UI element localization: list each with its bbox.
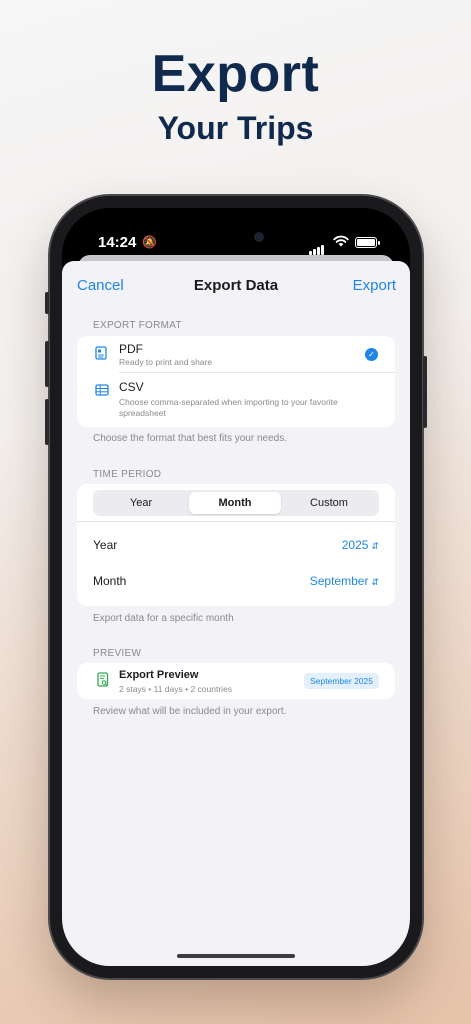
- format-option-csv[interactable]: CSV Choose comma-separated when importin…: [77, 373, 395, 427]
- volume-down-button: [45, 399, 49, 445]
- battery-icon: [355, 237, 380, 248]
- document-icon: [95, 346, 107, 365]
- chevron-up-down-icon: ⇵: [371, 541, 379, 551]
- preview-card: Export Preview 2 stays • 11 days • 2 cou…: [77, 663, 395, 699]
- action-button: [45, 292, 49, 314]
- signal-icon: [309, 238, 325, 255]
- year-picker[interactable]: 2025 ⇵: [342, 538, 379, 552]
- format-option-pdf[interactable]: PDF Ready to print and share ✓: [77, 336, 395, 372]
- promo-subtitle: Your Trips: [157, 110, 314, 146]
- month-picker[interactable]: September ⇵: [310, 574, 379, 588]
- year-label: Year: [93, 538, 118, 552]
- table-icon: [95, 383, 109, 401]
- chevron-up-down-icon: ⇵: [371, 577, 379, 587]
- preview-date-badge: September 2025: [304, 673, 379, 689]
- export-format-header: EXPORT FORMAT: [93, 320, 182, 331]
- status-bar: 14:24 🔕: [62, 208, 410, 258]
- home-indicator: [177, 954, 295, 958]
- segment-month[interactable]: Month: [189, 492, 281, 514]
- checkmark-icon: ✓: [365, 348, 378, 361]
- time-period-footer: Export data for a specific month: [93, 613, 234, 624]
- status-time: 14:24: [98, 234, 137, 251]
- preview-title: Export Preview: [119, 669, 199, 681]
- segment-custom[interactable]: Custom: [283, 492, 375, 514]
- bell-slash-icon: 🔕: [142, 235, 157, 249]
- preview-footer: Review what will be included in your exp…: [93, 706, 287, 717]
- segment-year[interactable]: Year: [95, 492, 187, 514]
- export-format-footer: Choose the format that best fits your ne…: [93, 433, 287, 444]
- time-period-header: TIME PERIOD: [93, 469, 162, 480]
- promo-title: Export: [151, 45, 320, 103]
- format-description: Choose comma-separated when importing to…: [119, 397, 338, 418]
- nav-bar: Cancel Export Data Export: [62, 261, 410, 307]
- phone-screen: 14:24 🔕 Cancel Export Data Export EXPORT…: [62, 208, 410, 966]
- export-button[interactable]: Export: [353, 277, 396, 294]
- phone-frame: 14:24 🔕 Cancel Export Data Export EXPORT…: [45, 196, 427, 978]
- dynamic-island: [186, 222, 286, 252]
- camera: [254, 232, 264, 242]
- preview-meta: 2 stays • 11 days • 2 countries: [119, 684, 233, 694]
- format-description: Ready to print and share: [119, 357, 213, 367]
- month-label: Month: [93, 574, 127, 588]
- divider: [77, 521, 395, 522]
- export-format-card: PDF Ready to print and share ✓ CSV Choos…: [77, 336, 395, 427]
- format-title: PDF: [119, 342, 143, 356]
- preview-header: PREVIEW: [93, 648, 142, 659]
- period-segmented-control: Year Month Custom: [93, 490, 379, 516]
- export-sheet: Cancel Export Data Export EXPORT FORMAT: [62, 261, 410, 966]
- volume-up-button: [45, 341, 49, 387]
- wifi-icon: [333, 234, 349, 250]
- power-button: [423, 356, 427, 428]
- format-title: CSV: [119, 380, 144, 394]
- time-period-card: Year Month Custom Year 2025 ⇵ Month Septe…: [77, 484, 395, 606]
- document-search-icon: [97, 672, 109, 693]
